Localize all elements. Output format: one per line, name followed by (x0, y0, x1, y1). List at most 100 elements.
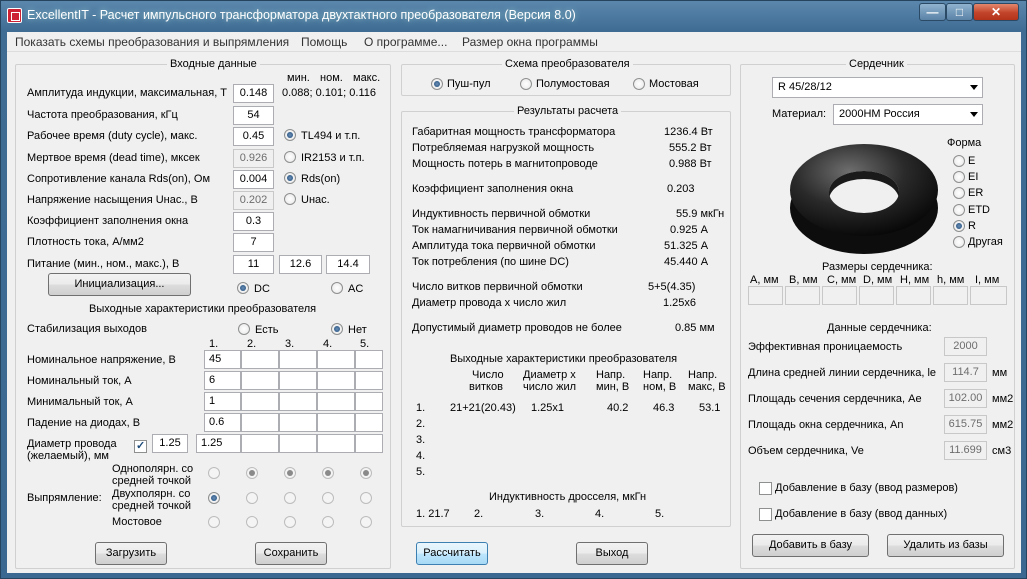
dim-b-input[interactable] (785, 286, 820, 305)
stab-yes-radio[interactable] (238, 323, 250, 335)
rect-r3-c3-radio[interactable] (284, 516, 296, 528)
density-input[interactable]: 7 (233, 233, 274, 252)
wire-checkbox[interactable] (134, 439, 147, 453)
shape-er-radio[interactable] (953, 187, 965, 199)
shape-etd-radio[interactable] (953, 204, 965, 216)
min-current-cell-4[interactable] (317, 392, 355, 411)
shape-r-radio[interactable] (953, 220, 965, 232)
ve-input[interactable]: 11.699 (944, 441, 987, 460)
menu-about[interactable]: О программе... (364, 35, 447, 49)
dim-hh-input[interactable] (896, 286, 931, 305)
rect-r1-c4-radio[interactable] (322, 467, 334, 479)
usat-input[interactable]: 0.202 (233, 191, 274, 210)
rect-r1-c2-radio[interactable] (246, 467, 258, 479)
title-bar[interactable]: ExcellentIT - Расчет импульсного трансфо… (1, 1, 1027, 31)
rect-r2-c2-radio[interactable] (246, 492, 258, 504)
amp-input[interactable]: 0.148 (233, 84, 274, 103)
current-cell-5[interactable] (355, 371, 383, 390)
core-select[interactable]: R 45/28/12 (772, 77, 983, 98)
current-cell-1[interactable]: 6 (204, 371, 241, 390)
diode-cell-2[interactable] (241, 413, 279, 432)
wire-cell-4[interactable] (317, 434, 355, 453)
stab-no-radio[interactable] (331, 323, 343, 335)
diode-cell-5[interactable] (355, 413, 383, 432)
menu-help[interactable]: Помощь (301, 35, 347, 49)
shape-e-radio[interactable] (953, 155, 965, 167)
ctrl-ir2153-radio[interactable] (284, 151, 296, 163)
voltage-cell-3[interactable] (279, 350, 317, 369)
le-input[interactable]: 114.7 (944, 363, 987, 382)
current-cell-2[interactable] (241, 371, 279, 390)
bridge-radio[interactable] (633, 78, 645, 90)
diode-cell-3[interactable] (279, 413, 317, 432)
ctrl-tl494-radio[interactable] (284, 129, 296, 141)
sw-rds-radio[interactable] (284, 172, 296, 184)
rect-r1-c5-radio[interactable] (360, 467, 372, 479)
add-dims-checkbox[interactable] (759, 482, 772, 495)
rds-input[interactable]: 0.004 (233, 170, 274, 189)
supply-nom-input[interactable]: 12.6 (279, 255, 322, 274)
current-cell-3[interactable] (279, 371, 317, 390)
rect-r3-c1-radio[interactable] (208, 516, 220, 528)
dc-radio[interactable] (237, 282, 249, 294)
load-button[interactable]: Загрузить (95, 542, 167, 565)
voltage-cell-5[interactable] (355, 350, 383, 369)
duty-input[interactable]: 0.45 (233, 127, 274, 146)
ae-input[interactable]: 102.00 (944, 389, 987, 408)
menu-show-schemes[interactable]: Показать схемы преобразования и выпрямле… (15, 35, 289, 49)
delete-from-db-button[interactable]: Удалить из базы (887, 534, 1004, 557)
dim-a-input[interactable] (748, 286, 783, 305)
wire-cell-5[interactable] (355, 434, 383, 453)
minimize-button[interactable]: — (919, 3, 946, 21)
dim-i-input[interactable] (970, 286, 1007, 305)
rect-r1-c1-radio[interactable] (208, 467, 220, 479)
dim-d-input[interactable] (859, 286, 894, 305)
min-current-cell-1[interactable]: 1 (204, 392, 241, 411)
rect-r3-c4-radio[interactable] (322, 516, 334, 528)
supply-max-input[interactable]: 14.4 (326, 255, 370, 274)
voltage-cell-2[interactable] (241, 350, 279, 369)
rect-r3-c2-radio[interactable] (246, 516, 258, 528)
dim-h-input[interactable] (933, 286, 968, 305)
save-button[interactable]: Сохранить (255, 542, 327, 565)
wire-cell-3[interactable] (279, 434, 317, 453)
shape-ei-radio[interactable] (953, 171, 965, 183)
perm-input[interactable]: 2000 (944, 337, 987, 356)
rect-r2-c3-radio[interactable] (284, 492, 296, 504)
min-current-cell-3[interactable] (279, 392, 317, 411)
wire-cell-1[interactable]: 1.25 (196, 434, 241, 453)
wire-global-input[interactable]: 1.25 (152, 434, 188, 453)
close-button[interactable]: ✕ (973, 3, 1019, 21)
rect-r2-c4-radio[interactable] (322, 492, 334, 504)
sw-usat-radio[interactable] (284, 193, 296, 205)
supply-min-input[interactable]: 11 (233, 255, 274, 274)
ac-radio[interactable] (331, 282, 343, 294)
voltage-cell-4[interactable] (317, 350, 355, 369)
rect-r2-c1-radio[interactable] (208, 492, 220, 504)
wire-cell-2[interactable] (241, 434, 279, 453)
dim-c-input[interactable] (822, 286, 857, 305)
min-current-cell-5[interactable] (355, 392, 383, 411)
min-current-cell-2[interactable] (241, 392, 279, 411)
freq-input[interactable]: 54 (233, 106, 274, 125)
voltage-cell-1[interactable]: 45 (204, 350, 241, 369)
diode-cell-1[interactable]: 0.6 (204, 413, 241, 432)
exit-button[interactable]: Выход (576, 542, 648, 565)
maximize-button[interactable]: □ (946, 3, 973, 21)
init-button[interactable]: Инициализация... (48, 273, 191, 296)
an-input[interactable]: 615.75 (944, 415, 987, 434)
add-data-checkbox[interactable] (759, 508, 772, 521)
rect-r2-c5-radio[interactable] (360, 492, 372, 504)
half-bridge-radio[interactable] (520, 78, 532, 90)
add-to-db-button[interactable]: Добавить в базу (752, 534, 869, 557)
rect-r3-c5-radio[interactable] (360, 516, 372, 528)
fill-input[interactable]: 0.3 (233, 212, 274, 231)
calculate-button[interactable]: Рассчитать (416, 542, 488, 565)
material-select[interactable]: 2000НМ Россия (833, 104, 983, 125)
shape-other-radio[interactable] (953, 236, 965, 248)
dead-input[interactable]: 0.926 (233, 149, 274, 168)
diode-cell-4[interactable] (317, 413, 355, 432)
push-pull-radio[interactable] (431, 78, 443, 90)
current-cell-4[interactable] (317, 371, 355, 390)
menu-window-size[interactable]: Размер окна программы (462, 35, 598, 49)
